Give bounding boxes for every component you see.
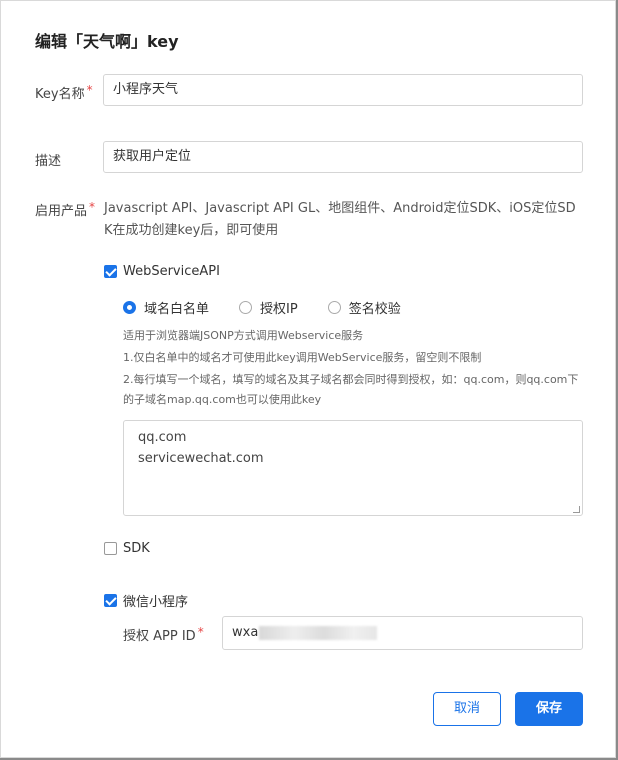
sdk-checkbox-row[interactable]: SDK	[104, 541, 150, 556]
required-mark: *	[89, 200, 96, 214]
hint-line: 适用于浏览器端JSONP方式调用Webservice服务	[123, 329, 364, 342]
domain-line: servicewechat.com	[138, 451, 264, 466]
sdk-label: SDK	[123, 541, 150, 556]
miniprogram-checkbox[interactable]	[104, 594, 117, 607]
sdk-checkbox[interactable]	[104, 542, 117, 555]
hint-line: 2.每行填写一个域名，填写的域名及其子域名都会同时得到授权，如：qq.com，则…	[123, 373, 579, 406]
miniprogram-checkbox-row[interactable]: 微信小程序	[104, 591, 188, 610]
webservice-auth-radio-group: 域名白名单 授权IP 签名校验	[123, 298, 431, 317]
key-name-input[interactable]: 小程序天气	[103, 74, 583, 106]
key-name-label: Key名称 *	[35, 83, 93, 102]
webservice-checkbox[interactable]	[104, 265, 117, 278]
radio-signature-check-dot[interactable]	[327, 301, 341, 314]
required-mark: *	[86, 83, 93, 97]
edit-key-dialog: 编辑「天气啊」key Key名称 * 小程序天气 描述 获取用户定位 启用产品 * …	[0, 0, 616, 758]
radio-signature-check-label: 签名校验	[348, 302, 401, 317]
appid-label-text: 授权 APP ID	[123, 629, 196, 644]
radio-domain-whitelist[interactable]: 域名白名单	[123, 298, 209, 317]
webservice-label: WebServiceAPI	[123, 264, 220, 279]
description-input[interactable]: 获取用户定位	[103, 141, 583, 173]
appid-input[interactable]: wxa	[222, 616, 583, 650]
domain-line: qq.com	[138, 430, 187, 445]
webservice-checkbox-row[interactable]: WebServiceAPI	[104, 264, 220, 279]
appid-label: 授权 APP ID *	[123, 625, 204, 644]
cancel-button[interactable]: 取消	[433, 692, 501, 726]
products-label-text: 启用产品	[35, 204, 88, 219]
radio-authorized-ip-label: 授权IP	[260, 302, 298, 317]
radio-domain-whitelist-label: 域名白名单	[144, 302, 210, 317]
key-name-label-text: Key名称	[35, 87, 85, 102]
radio-domain-whitelist-dot[interactable]	[123, 301, 136, 314]
description-label: 描述	[35, 154, 62, 169]
key-name-value: 小程序天气	[113, 82, 179, 97]
products-description: Javascript API、Javascript API GL、地图组件、An…	[104, 201, 576, 238]
required-mark: *	[197, 625, 204, 639]
save-button[interactable]: 保存	[515, 692, 583, 726]
products-label: 启用产品 *	[35, 200, 95, 219]
domain-whitelist-textarea[interactable]: qq.com servicewechat.com	[123, 420, 583, 516]
appid-value: wxa	[232, 625, 259, 640]
description-value: 获取用户定位	[113, 149, 192, 164]
dialog-title: 编辑「天气啊」key	[35, 32, 179, 51]
radio-signature-check[interactable]: 签名校验	[327, 298, 401, 317]
radio-authorized-ip-dot[interactable]	[239, 301, 253, 314]
miniprogram-label: 微信小程序	[123, 595, 189, 610]
radio-authorized-ip[interactable]: 授权IP	[239, 298, 298, 317]
hint-line: 1.仅白名单中的域名才可使用此key调用WebService服务，留空则不限制	[123, 351, 482, 364]
appid-redacted	[259, 625, 378, 640]
resize-grip-icon[interactable]	[573, 506, 580, 513]
